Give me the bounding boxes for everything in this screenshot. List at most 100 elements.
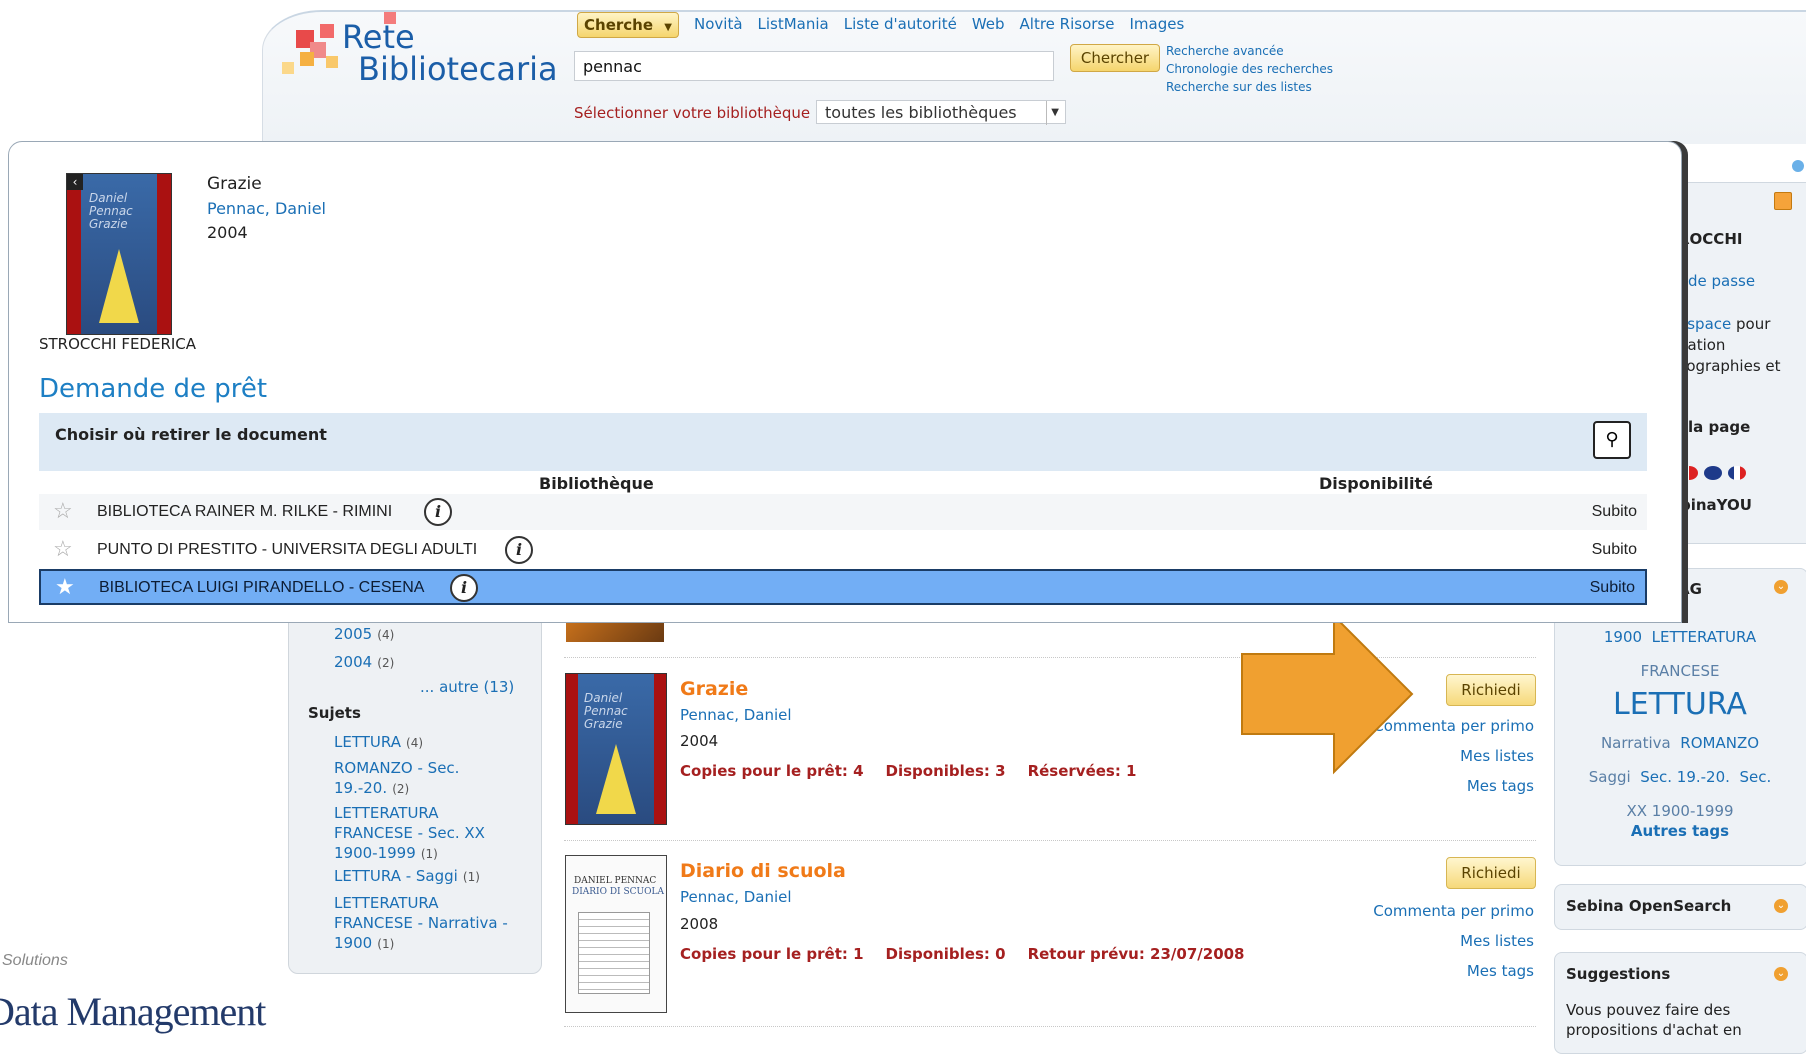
info-icon[interactable]: i	[450, 574, 478, 602]
popup-book-cover: ‹ Daniel Pennac Grazie	[66, 173, 172, 335]
facet-label: 2005	[334, 625, 373, 643]
facet-label: LETTURA - Saggi	[334, 867, 458, 885]
comment-first-link[interactable]: Commenta per primo	[1340, 902, 1534, 920]
search-input[interactable]	[574, 51, 1054, 81]
tag-1900-1999[interactable]: 1900-1999	[1652, 802, 1734, 820]
cover-text: Daniel Pennac Grazie	[584, 692, 628, 731]
back-arrow-icon[interactable]: ‹	[67, 174, 83, 190]
nav-other-resources[interactable]: Altre Risorse	[1020, 15, 1115, 37]
top-nav: Novità ListMania Liste d'autorité Web Al…	[694, 15, 1184, 37]
tag-saggi[interactable]: Saggi	[1589, 768, 1631, 786]
expand-icon[interactable]: ⌄	[1774, 967, 1788, 981]
facet-count: (1)	[377, 937, 395, 951]
library-name: BIBLIOTECA LUIGI PIRANDELLO - CESENA	[99, 579, 425, 596]
nav-novita[interactable]: Novità	[694, 15, 743, 37]
due-date: Retour prévu: 23/07/2008	[1027, 945, 1245, 963]
result-title[interactable]: Diario di scuola	[680, 860, 846, 882]
search-button[interactable]: Chercher	[1070, 44, 1160, 72]
popup-heading: Demande de prêt	[39, 374, 268, 404]
request-button[interactable]: Richiedi	[1446, 857, 1536, 889]
result-cover-grazie[interactable]: Daniel Pennac Grazie	[565, 673, 667, 825]
rss-icon[interactable]	[1774, 192, 1792, 210]
tag-narrativa[interactable]: Narrativa	[1601, 734, 1671, 752]
library-row-selected[interactable]: ★ BIBLIOTECA LUIGI PIRANDELLO - CESENA i…	[39, 569, 1647, 605]
change-password-link[interactable]: de passe	[1688, 272, 1755, 290]
result-author[interactable]: Pennac, Daniel	[680, 706, 792, 724]
nav-authority-list[interactable]: Liste d'autorité	[844, 15, 957, 37]
tag-romanzo[interactable]: ROMANZO	[1680, 734, 1759, 752]
list-search-link[interactable]: Recherche sur des listes	[1166, 80, 1312, 94]
column-availability: Disponibilité	[1319, 474, 1434, 493]
library-row[interactable]: ☆ PUNTO DI PRESTITO - UNIVERSITA DEGLI A…	[39, 532, 1647, 568]
advanced-search-link[interactable]: Recherche avancée	[1166, 44, 1284, 58]
star-icon[interactable]: ☆	[53, 536, 73, 562]
expand-icon[interactable]: ⌄	[1774, 899, 1788, 913]
library-availability: Subito	[1591, 503, 1637, 520]
tag-sec[interactable]: Sec.	[1739, 768, 1771, 786]
my-tags-link[interactable]: Mes tags	[1340, 962, 1534, 980]
rete-bibliotecaria-logo[interactable]: Rete Bibliotecaria	[282, 12, 558, 92]
copies-count: Copies pour le prêt: 4	[680, 762, 864, 780]
tag-francese[interactable]: FRANCESE	[1641, 662, 1720, 680]
tag-lettura[interactable]: LETTURA	[1613, 687, 1747, 722]
flag-uk-icon[interactable]	[1704, 466, 1722, 480]
request-button[interactable]: Richiedi	[1446, 674, 1536, 706]
arrow-pointer-icon	[1241, 614, 1414, 775]
chevron-down-icon: ▼	[664, 22, 672, 33]
previous-result-cover[interactable]	[566, 620, 664, 642]
result-availability: Copies pour le prêt: 1 Disponibles: 0 Re…	[680, 945, 1245, 963]
cover-line1: Daniel	[584, 691, 623, 705]
choose-location-label: Choisir où retirer le document	[55, 425, 327, 444]
my-space-link[interactable]: espace	[1678, 315, 1731, 333]
search-history-link[interactable]: Chronologie des recherches	[1166, 62, 1333, 76]
library-select-value: toutes les bibliothèques	[825, 103, 1017, 122]
tag-cloud: 1900 LETTERATURA FRANCESE LETTURA Narrat…	[1560, 620, 1800, 828]
search-type-dropdown[interactable]: Cherche ▼	[577, 12, 679, 38]
tag-sec-19-20[interactable]: Sec. 19.-20.	[1640, 768, 1730, 786]
available-count: Disponibles: 0	[885, 945, 1006, 963]
tag-letteratura[interactable]: LETTERATURA	[1652, 628, 1757, 646]
tag-xx[interactable]: XX	[1626, 802, 1647, 820]
result-author[interactable]: Pennac, Daniel	[680, 888, 792, 906]
my-lists-link[interactable]: Mes listes	[1340, 932, 1534, 950]
facet-subject-3[interactable]: LETTERATURA FRANCESE - Sec. XX 1900-1999…	[334, 803, 514, 864]
facet-count: (1)	[420, 847, 438, 861]
column-library: Bibliothèque	[539, 474, 654, 493]
flag-fr-icon[interactable]	[1728, 466, 1746, 480]
loan-request-popup: ‹ Daniel Pennac Grazie Grazie Pennac, Da…	[8, 141, 1682, 623]
facet-more-link[interactable]: ... autre (13)	[420, 678, 514, 696]
facet-subject-1[interactable]: LETTURA (4)	[334, 732, 514, 751]
nav-images[interactable]: Images	[1129, 15, 1184, 37]
facet-subject-4[interactable]: LETTURA - Saggi (1)	[334, 866, 514, 885]
nav-listmania[interactable]: ListMania	[758, 15, 829, 37]
more-tags-link[interactable]: Autres tags	[1560, 822, 1800, 840]
info-icon[interactable]: i	[505, 536, 533, 564]
facet-subjects-title: Sujets	[308, 704, 361, 722]
library-select[interactable]: toutes les bibliothèques ▼	[816, 100, 1066, 125]
facet-year-2005[interactable]: 2005 (4)	[334, 624, 394, 643]
star-icon[interactable]: ★	[55, 574, 75, 600]
suggestions-line1: Vous pouvez faire des	[1566, 1001, 1731, 1019]
result-title[interactable]: Grazie	[680, 678, 748, 700]
sebinayou-label: binaYOU	[1680, 496, 1752, 514]
result-cover-diario[interactable]: DANIEL PENNAC DIARIO DI SCUOLA	[565, 855, 667, 1013]
my-tags-link[interactable]: Mes tags	[1340, 777, 1534, 795]
popup-book-author[interactable]: Pennac, Daniel	[207, 199, 326, 218]
collapse-icon[interactable]: ⌄	[1774, 580, 1788, 594]
map-icon[interactable]: ⚲	[1593, 421, 1631, 459]
info-icon[interactable]: i	[424, 498, 452, 526]
star-icon[interactable]: ☆	[53, 498, 73, 524]
help-icon[interactable]	[1792, 160, 1804, 172]
library-row[interactable]: ☆ BIBLIOTECA RAINER M. RILKE - RIMINI i …	[39, 494, 1647, 530]
result-divider	[564, 840, 1536, 842]
space-text2: uation	[1678, 336, 1726, 354]
logo-line2: Bibliotecaria	[358, 50, 558, 88]
facet-subject-2[interactable]: ROMANZO - Sec. 19.-20. (2)	[334, 758, 514, 799]
nav-web[interactable]: Web	[972, 15, 1005, 37]
facet-year-2004[interactable]: 2004 (2)	[334, 652, 394, 671]
facet-subject-5[interactable]: LETTERATURA FRANCESE - Narrativa - 1900 …	[334, 893, 514, 954]
solutions-text: Solutions	[2, 952, 68, 969]
cover-title: DIARIO DI SCUOLA	[572, 887, 664, 897]
tag-1900[interactable]: 1900	[1604, 628, 1642, 646]
flag-it-icon[interactable]	[1680, 466, 1698, 480]
